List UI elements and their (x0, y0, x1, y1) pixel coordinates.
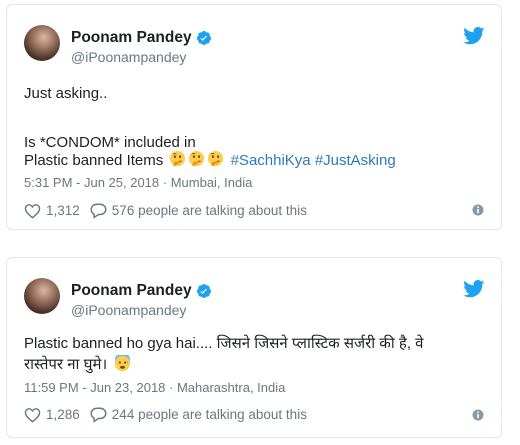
avatar[interactable] (24, 278, 60, 314)
author-name-text[interactable]: Poonam Pandey (71, 282, 192, 300)
tweet-text: Plastic banned Items (24, 152, 164, 169)
author-handle[interactable]: @iPoonampandey (71, 302, 186, 318)
author-name[interactable]: Poonam Pandey (71, 29, 212, 47)
author-handle[interactable]: @iPoonampandey (71, 49, 186, 65)
info-icon[interactable] (472, 409, 484, 421)
like-count[interactable]: 1,312 (46, 203, 80, 218)
tweet-timestamp[interactable]: 5:31 PM - Jun 25, 2018 · Mumbai, India (24, 175, 252, 190)
twitter-bird-icon[interactable] (463, 27, 485, 45)
thinking-face-emoji-icon (208, 150, 224, 167)
anxious-face-emoji-icon (115, 355, 131, 372)
tweet-timestamp[interactable]: 11:59 PM - Jun 23, 2018 · Maharashtra, I… (24, 380, 285, 395)
tweet-text-line: Plastic banned Items #SachhiKya #JustAsk… (24, 150, 396, 171)
reply-bubble-icon[interactable] (89, 202, 108, 219)
twitter-bird-icon[interactable] (463, 280, 485, 298)
info-icon[interactable] (472, 204, 484, 216)
tweet-text-line: रास्तेपर ना घुमे। (24, 354, 131, 375)
verified-badge-icon (196, 31, 211, 45)
heart-icon[interactable] (24, 407, 41, 423)
talking-count[interactable]: 244 people are talking about this (112, 407, 307, 422)
like-count[interactable]: 1,286 (46, 407, 80, 422)
tweet-text: रास्तेपर ना घुमे। (24, 356, 108, 373)
hashtag-link[interactable]: #SachhiKya (231, 152, 311, 169)
hashtag-link[interactable]: #JustAsking (315, 152, 396, 169)
reply-bubble-icon[interactable] (89, 406, 108, 423)
emoji-group (169, 150, 224, 167)
thinking-face-emoji-icon (170, 150, 186, 167)
tweet-text-line: Just asking.. (24, 85, 108, 102)
avatar[interactable] (24, 25, 60, 61)
tweet-text-line: Plastic banned ho gya hai.... जिसने जिसन… (24, 335, 424, 352)
talking-count[interactable]: 576 people are talking about this (112, 203, 307, 218)
heart-icon[interactable] (24, 203, 41, 219)
tweet-actions: 1,286 244 people are talking about this (24, 406, 307, 423)
tweet-card[interactable]: Poonam Pandey @iPoonampandey Plastic ban… (6, 257, 502, 438)
verified-badge-icon (196, 284, 211, 298)
thinking-face-emoji-icon (189, 150, 205, 167)
tweet-card[interactable]: Poonam Pandey @iPoonampandey Just asking… (6, 4, 502, 230)
author-name-text[interactable]: Poonam Pandey (71, 29, 192, 47)
tweet-actions: 1,312 576 people are talking about this (24, 202, 307, 219)
author-name[interactable]: Poonam Pandey (71, 282, 212, 300)
